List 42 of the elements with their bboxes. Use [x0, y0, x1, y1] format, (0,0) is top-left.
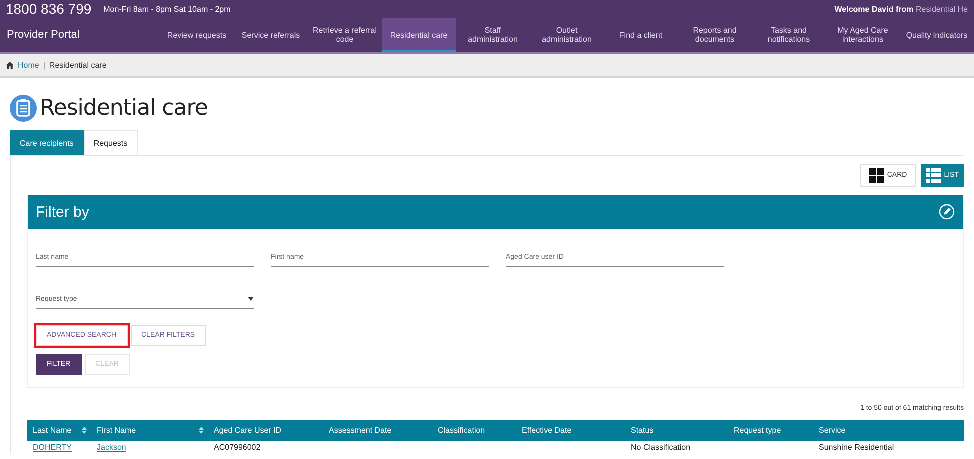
breadcrumb-current: Residential care [49, 60, 107, 70]
nav-item[interactable]: Outlet administration [530, 18, 604, 52]
grid-icon [869, 168, 884, 183]
nav-item[interactable]: Retrieve a referral code [308, 18, 382, 52]
sort-icon[interactable] [199, 427, 204, 434]
sort-icon[interactable] [82, 427, 87, 434]
name-link[interactable]: Jackson [97, 443, 126, 452]
column-header: Request type [734, 426, 782, 435]
nav-item[interactable]: Service referrals [234, 18, 308, 52]
portal-title: Provider Portal [6, 28, 81, 43]
page-title: Residential care [40, 96, 208, 120]
breadcrumb-link[interactable]: Home [18, 60, 40, 70]
welcome-message: Welcome David from Residential He [834, 4, 968, 14]
column-header: Assessment Date [329, 426, 392, 435]
clipboard-icon [10, 94, 37, 122]
table-cell: AC07996002 [214, 443, 261, 452]
edit-icon[interactable] [939, 204, 955, 220]
nav-item[interactable]: Residential care [382, 18, 456, 52]
column-header: Classification [438, 426, 486, 435]
home-icon[interactable] [6, 62, 14, 68]
breadcrumb-separator: | [43, 60, 46, 70]
nav-item[interactable]: Tasks and notifications [752, 18, 826, 52]
nav-item[interactable]: Find a client [604, 18, 678, 52]
filter-title: Filter by [36, 204, 90, 220]
column-header: Service [819, 426, 846, 435]
column-header: Aged Care User ID [214, 426, 282, 435]
nav-item[interactable]: Staff administration [456, 18, 530, 52]
list-icon [926, 168, 942, 183]
nav-item[interactable]: Review requests [160, 18, 234, 52]
tab[interactable]: Care recipients [10, 130, 84, 155]
opening-hours: Mon-Fri 8am - 8pm Sat 10am - 2pm [104, 4, 231, 14]
column-header: Effective Date [522, 426, 572, 435]
caret-icon[interactable] [248, 297, 254, 301]
tab[interactable]: Requests [84, 130, 138, 155]
table-cell: Sunshine Residential [819, 443, 894, 452]
table-cell: No Classification [631, 443, 691, 452]
column-header: Status [631, 426, 654, 435]
phone-number: 1800 836 799 [6, 1, 92, 17]
nav-item[interactable]: Reports and documents [678, 18, 752, 52]
nav-item[interactable]: My Aged Care interactions [826, 18, 900, 52]
nav-item[interactable]: Quality indicators [900, 18, 974, 52]
name-link[interactable]: DOHERTY [33, 443, 72, 452]
